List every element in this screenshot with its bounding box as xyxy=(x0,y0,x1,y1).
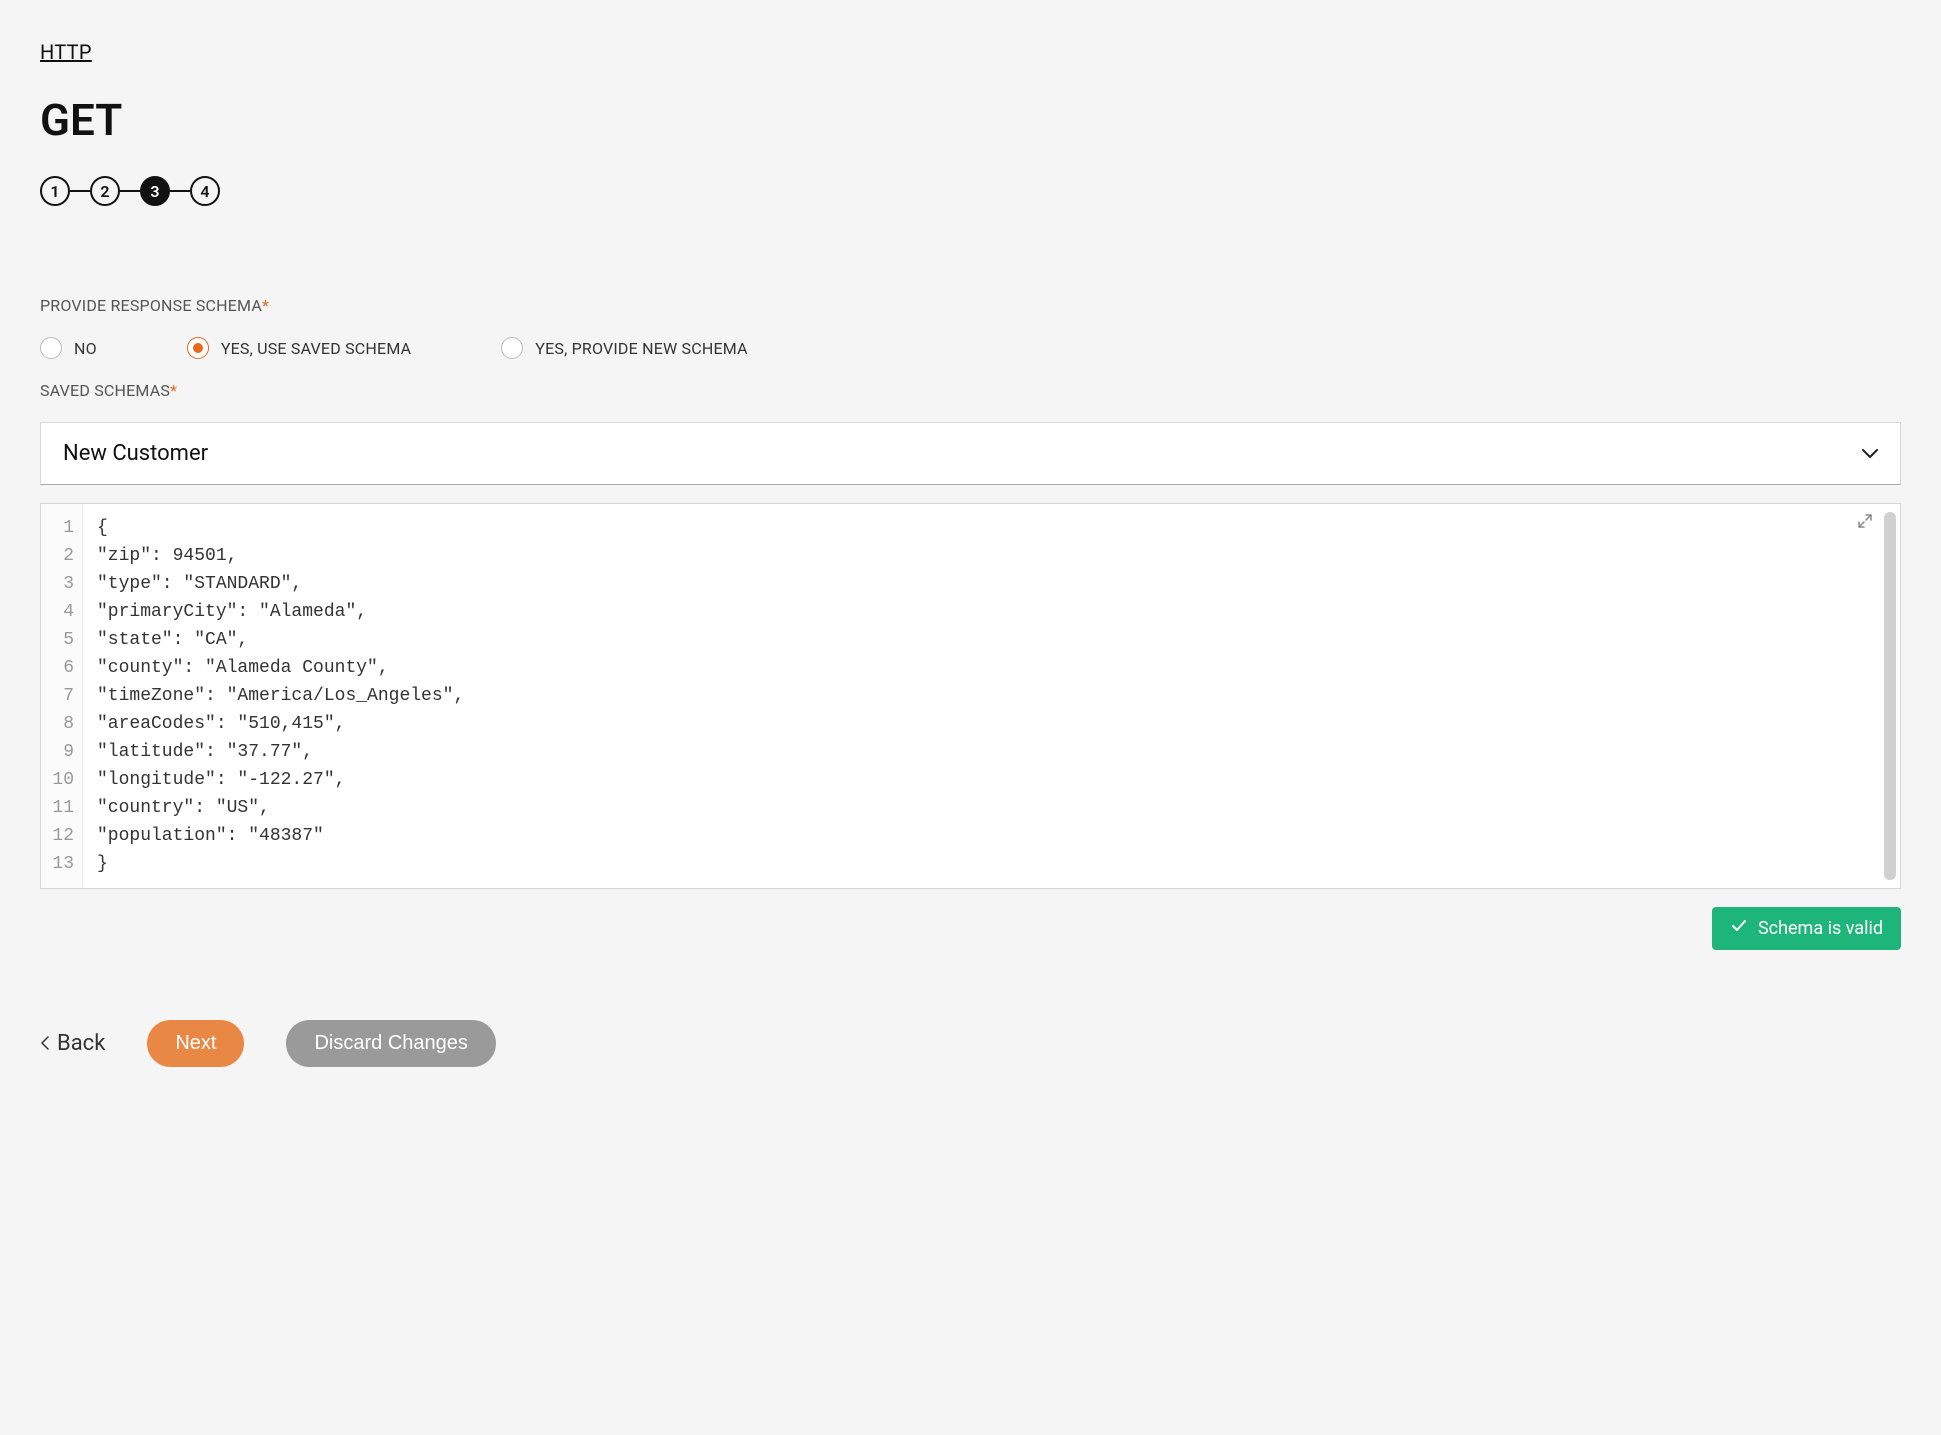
label-provide-response-schema: PROVIDE RESPONSE SCHEMA* xyxy=(40,296,1901,315)
next-button[interactable]: Next xyxy=(147,1020,244,1067)
chevron-down-icon xyxy=(1862,444,1878,463)
discard-changes-button[interactable]: Discard Changes xyxy=(286,1020,495,1067)
radio-label: NO xyxy=(74,339,97,358)
back-label: Back xyxy=(57,1031,105,1056)
label-saved-schemas: SAVED SCHEMAS* xyxy=(40,381,1901,400)
radio-option-yes-use-saved-schema[interactable]: YES, USE SAVED SCHEMA xyxy=(187,337,411,359)
code-content[interactable]: {"zip": 94501,"type": "STANDARD","primar… xyxy=(83,504,1900,888)
scrollbar-thumb[interactable] xyxy=(1884,512,1896,880)
page-title: GET xyxy=(40,94,1901,146)
wizard-stepper: 1234 xyxy=(40,176,1901,206)
schema-radio-group: NO YES, USE SAVED SCHEMA YES, PROVIDE NEW … xyxy=(40,337,1901,359)
radio-indicator xyxy=(187,337,209,359)
radio-option-yes-provide-new-schema[interactable]: YES, PROVIDE NEW SCHEMA xyxy=(501,337,747,359)
radio-label: YES, PROVIDE NEW SCHEMA xyxy=(535,339,747,358)
wizard-step-3[interactable]: 3 xyxy=(140,176,170,206)
radio-label: YES, USE SAVED SCHEMA xyxy=(221,339,411,358)
wizard-step-4[interactable]: 4 xyxy=(190,176,220,206)
radio-indicator xyxy=(40,337,62,359)
saved-schemas-value: New Customer xyxy=(63,441,208,466)
step-separator xyxy=(170,190,190,192)
radio-option-no[interactable]: NO xyxy=(40,337,97,359)
saved-schemas-dropdown[interactable]: New Customer xyxy=(40,422,1901,485)
chevron-left-icon xyxy=(40,1031,49,1056)
wizard-step-1[interactable]: 1 xyxy=(40,176,70,206)
step-separator xyxy=(70,190,90,192)
breadcrumb-http[interactable]: HTTP xyxy=(40,40,92,64)
back-button[interactable]: Back xyxy=(40,1031,105,1056)
expand-icon[interactable] xyxy=(1858,514,1872,532)
step-separator xyxy=(120,190,140,192)
schema-code-editor[interactable]: 12345678910111213 {"zip": 94501,"type": … xyxy=(40,503,1901,889)
code-gutter: 12345678910111213 xyxy=(41,504,83,888)
schema-valid-badge: Schema is valid xyxy=(1712,907,1901,950)
radio-indicator xyxy=(501,337,523,359)
wizard-step-2[interactable]: 2 xyxy=(90,176,120,206)
schema-valid-text: Schema is valid xyxy=(1758,918,1883,939)
check-icon xyxy=(1730,917,1748,940)
